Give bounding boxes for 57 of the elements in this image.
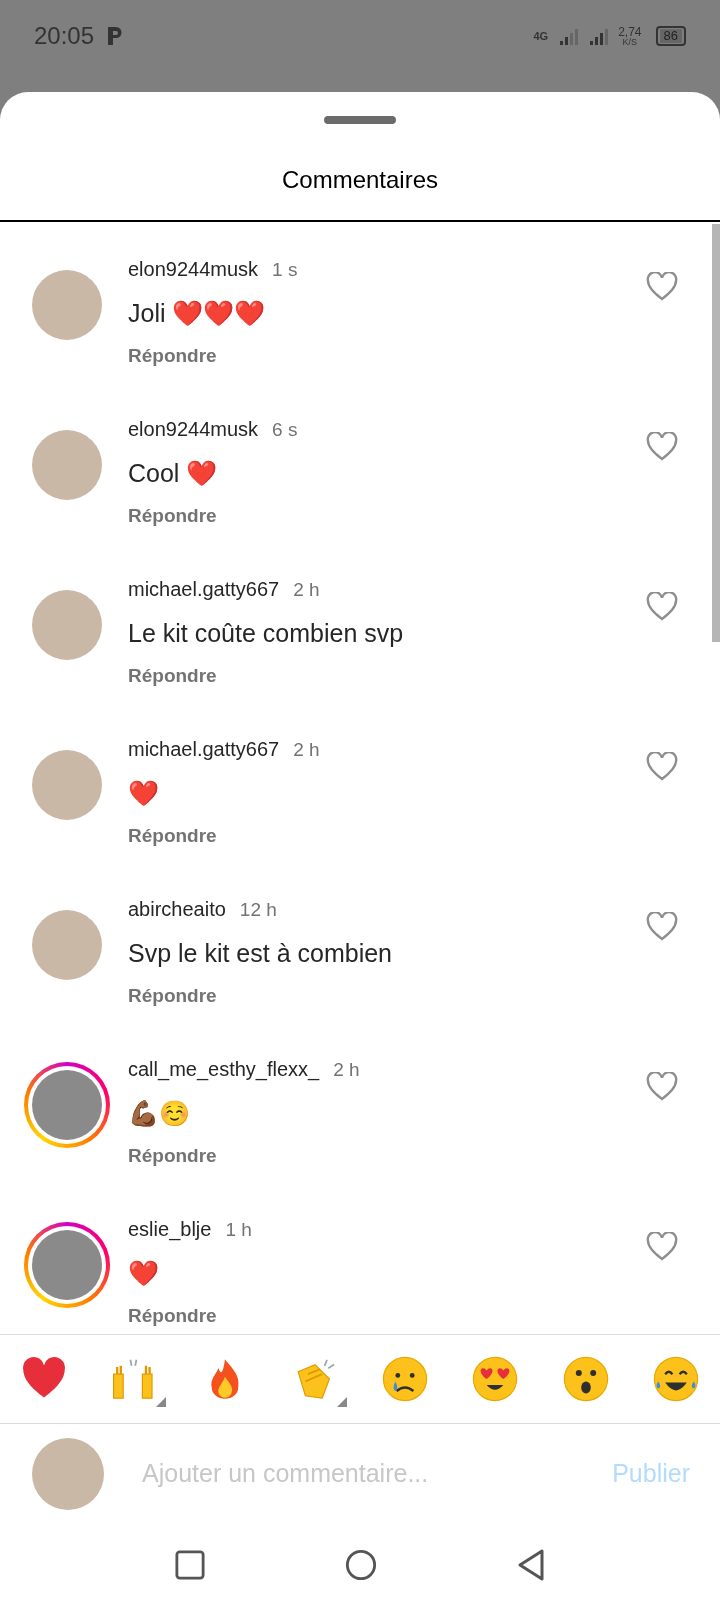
- like-heart-icon[interactable]: [646, 1072, 678, 1102]
- username-text[interactable]: michael.gatty667: [128, 574, 280, 604]
- heart-eyes-face-icon: [471, 1355, 520, 1403]
- reply-link[interactable]: Répondre: [128, 825, 217, 846]
- data-speed-text: 2,74: [618, 25, 642, 38]
- surprised-face-icon: [561, 1355, 610, 1403]
- comment-text: ❤: [128, 777, 160, 809]
- timestamp-text: 1 h: [225, 1218, 252, 1242]
- username-text[interactable]: elon9244musk: [128, 414, 259, 444]
- comment-text: Joli ❤❤❤: [128, 297, 267, 329]
- laughing-face-icon: [651, 1355, 700, 1403]
- corner-triangle-icon: [156, 1397, 167, 1407]
- recent-apps-icon[interactable]: [175, 1550, 205, 1580]
- username-text[interactable]: abircheaito: [128, 894, 226, 924]
- comment-text: Cool ❤: [128, 457, 219, 489]
- timestamp-text: 12 h: [239, 898, 277, 922]
- comment-text: Le kit coûte combien svp: [128, 617, 405, 649]
- sheet-title: Commentaires: [281, 165, 438, 195]
- like-heart-icon[interactable]: [646, 432, 678, 462]
- username-text[interactable]: michael.gatty667: [128, 734, 280, 764]
- back-icon[interactable]: [517, 1549, 545, 1581]
- network-type-text: 4G: [533, 30, 549, 42]
- reply-link[interactable]: Répondre: [128, 1305, 217, 1326]
- signal-icon: [558, 27, 579, 45]
- username-text[interactable]: call_me_esthy_flexx_: [128, 1054, 320, 1084]
- username-text[interactable]: eslie_blje: [128, 1214, 212, 1244]
- timestamp-text: 1 s: [272, 258, 298, 282]
- avatar-photo-placeholder: [32, 1070, 102, 1140]
- like-heart-icon[interactable]: [646, 592, 678, 622]
- reply-link[interactable]: Répondre: [128, 505, 217, 526]
- timestamp-text: 2 h: [293, 738, 320, 762]
- timestamp-text: 6 s: [272, 418, 298, 442]
- comment-input-field[interactable]: Ajouter un commentaire...: [142, 1455, 613, 1493]
- timestamp-text: 2 h: [333, 1058, 360, 1082]
- comment-text: ❤: [128, 1257, 160, 1289]
- reply-link[interactable]: Répondre: [128, 665, 217, 686]
- comment-text: Svp le kit est à combien: [128, 937, 393, 969]
- data-speed-unit-text: K/S: [622, 37, 638, 47]
- parking-icon: [108, 27, 123, 45]
- reply-link[interactable]: Répondre: [128, 1145, 217, 1166]
- username-text[interactable]: elon9244musk: [128, 254, 259, 284]
- clock-text: 20:05: [34, 21, 95, 51]
- corner-triangle-icon: [336, 1397, 347, 1407]
- like-heart-icon[interactable]: [646, 1232, 678, 1262]
- signal-icon: [588, 27, 609, 45]
- avatar-photo-placeholder: [32, 1230, 102, 1300]
- comment-text: 💪🏾☺: [128, 1097, 191, 1129]
- timestamp-text: 2 h: [293, 578, 320, 602]
- reply-link[interactable]: Répondre: [128, 345, 217, 366]
- like-heart-icon[interactable]: [646, 272, 678, 302]
- like-heart-icon[interactable]: [646, 752, 678, 782]
- home-icon[interactable]: [345, 1549, 377, 1581]
- battery-indicator: 86: [655, 26, 686, 46]
- reply-link[interactable]: Répondre: [128, 985, 217, 1006]
- like-heart-icon[interactable]: [646, 912, 678, 942]
- drag-handle[interactable]: [324, 116, 396, 124]
- crying-face-icon: [381, 1355, 430, 1403]
